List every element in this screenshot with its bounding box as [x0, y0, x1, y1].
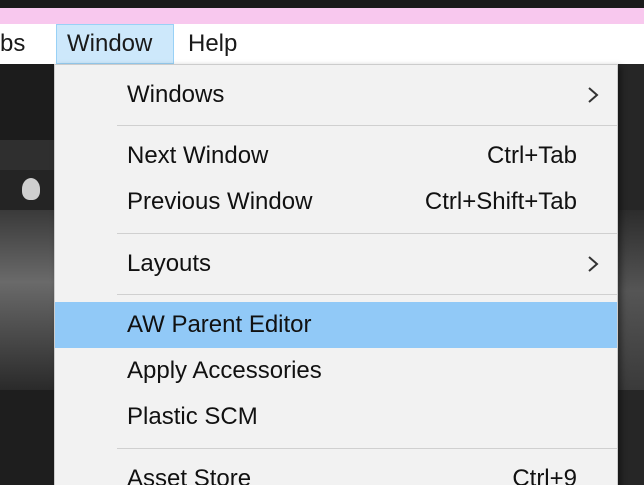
menu-item-shortcut: Ctrl+Tab — [486, 142, 577, 169]
background-scene-view — [0, 210, 60, 390]
menu-item-apply-accessories[interactable]: Apply Accessories — [55, 348, 617, 394]
menu-item-next-window[interactable]: Next Window Ctrl+Tab — [55, 133, 617, 179]
menu-item-previous-window[interactable]: Previous Window Ctrl+Shift+Tab — [55, 179, 617, 225]
menu-item-label: Next Window — [127, 142, 269, 169]
menu-item-label: Layouts — [127, 250, 212, 277]
chevron-right-icon — [588, 256, 599, 272]
menu-item-label: AW Parent Editor — [127, 311, 312, 338]
window-menu-dropdown: Windows Next Window Ctrl+Tab Previous Wi… — [54, 64, 618, 485]
lightbulb-icon — [22, 178, 40, 200]
menu-separator — [117, 294, 617, 295]
background-scene-right — [614, 210, 644, 390]
chevron-right-icon — [588, 87, 599, 103]
menu-item-label: Apply Accessories — [127, 357, 322, 384]
menubar-item-label: Window — [67, 30, 153, 57]
menu-item-shortcut: Ctrl+Shift+Tab — [424, 188, 577, 215]
menubar-item-help[interactable]: Help — [174, 24, 254, 64]
accent-strip — [0, 8, 644, 24]
menu-separator — [117, 233, 617, 234]
menu-item-shortcut: Ctrl+9 — [512, 465, 577, 485]
menubar-item-label: bs — [0, 30, 26, 57]
menu-item-windows[interactable]: Windows — [55, 72, 617, 118]
menu-item-aw-parent-editor[interactable]: AW Parent Editor — [55, 302, 617, 348]
menu-separator — [117, 125, 617, 126]
menu-item-label: Previous Window — [127, 188, 313, 215]
menu-item-label: Windows — [127, 81, 225, 108]
menu-separator — [117, 448, 617, 449]
menu-item-layouts[interactable]: Layouts — [55, 241, 617, 287]
menubar-item-label: Help — [188, 30, 238, 57]
background-toolbar — [0, 64, 60, 144]
menu-item-plastic-scm[interactable]: Plastic SCM — [55, 394, 617, 440]
menubar-item-tabs[interactable]: bs — [0, 24, 56, 64]
app-window: bs Window Help Windows Next Window Ctrl+… — [0, 0, 644, 485]
menu-item-label: Plastic SCM — [127, 403, 258, 430]
menu-bar: bs Window Help — [0, 24, 644, 64]
title-strip — [0, 0, 644, 8]
background-tab — [0, 140, 60, 170]
menu-item-label: Asset Store — [127, 465, 252, 485]
menubar-item-window[interactable]: Window — [56, 24, 174, 64]
background-lower-panel — [0, 390, 60, 485]
menu-item-asset-store[interactable]: Asset Store Ctrl+9 — [55, 456, 617, 485]
